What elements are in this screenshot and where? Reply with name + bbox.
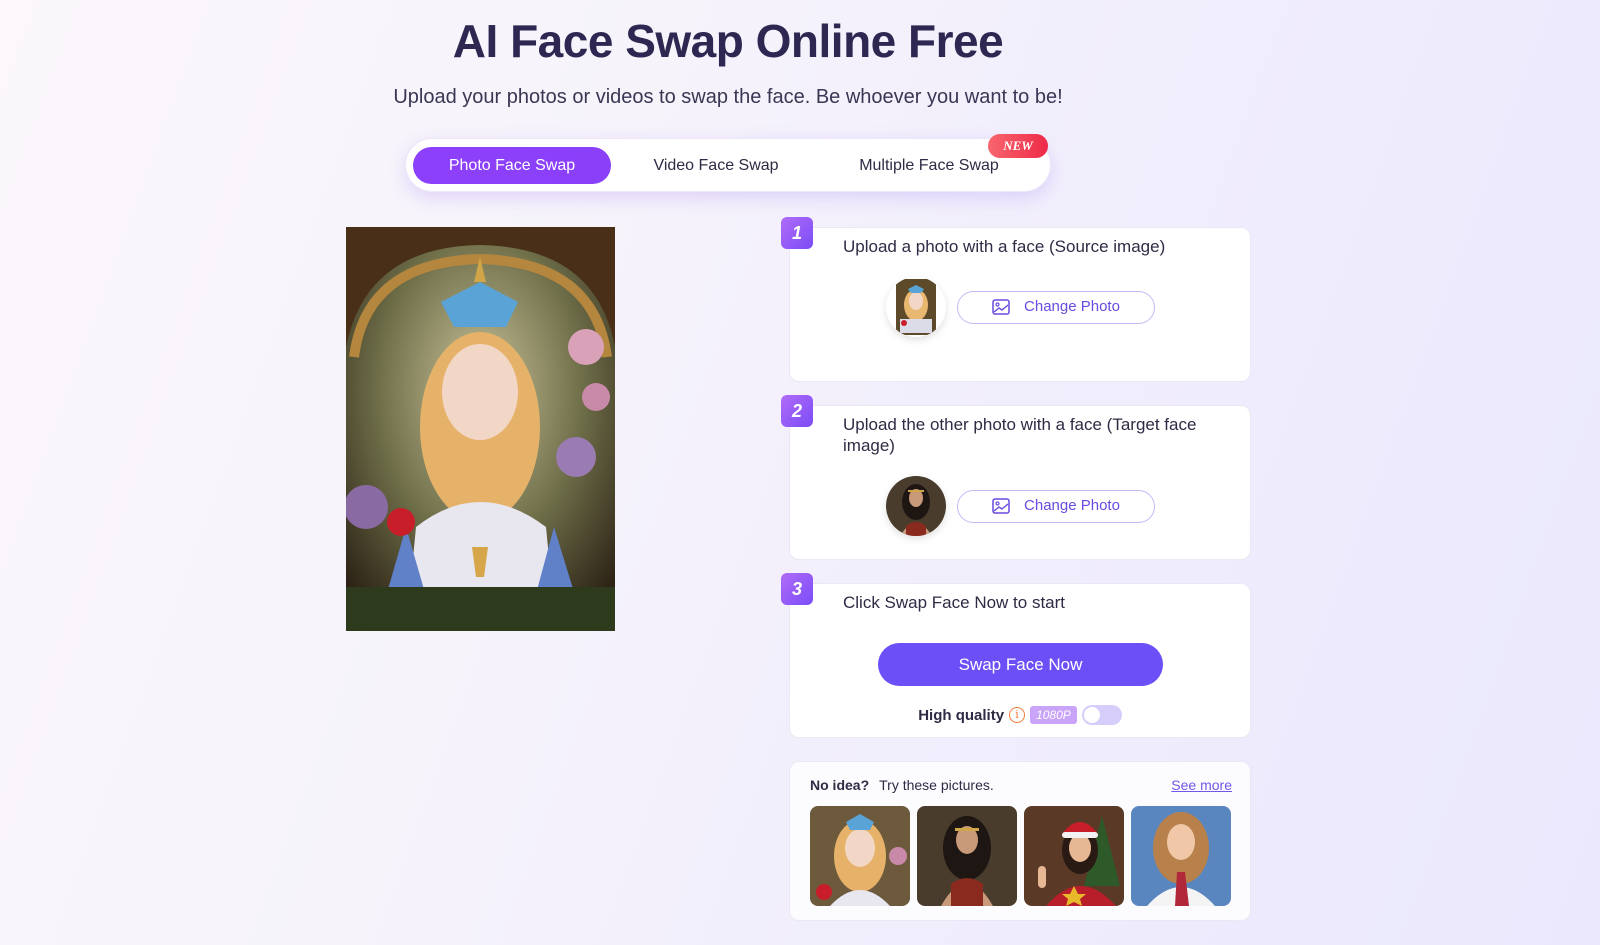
mode-tabs: Photo Face Swap Video Face Swap Multiple… [405,134,1051,192]
page-title: AI Face Swap Online Free [452,15,1004,67]
ideas-heading: No idea? Try these pictures. [810,777,994,793]
source-image-thumbnail[interactable] [886,277,946,337]
image-icon [992,498,1010,514]
sample-fantasy-girl[interactable] [810,806,910,906]
high-quality-row: High quality i 1080P [790,704,1250,726]
change-source-photo-button[interactable]: Change Photo [957,291,1155,324]
sample-warrior-woman[interactable] [917,806,1017,906]
step-number-badge: 1 [781,217,813,249]
sample-pictures-card: No idea? Try these pictures. See more [789,761,1251,921]
step-1-text: Upload a photo with a face (Source image… [843,237,1166,256]
result-preview-image [346,227,615,631]
no-idea-label: No idea? [810,777,870,793]
step-3-text: Click Swap Face Now to start [843,593,1066,612]
tab-photo-face-swap[interactable]: Photo Face Swap [413,147,611,184]
resolution-badge: 1080P [1030,706,1077,724]
step-1-card: 1 Upload a photo with a face (Source ima… [781,217,1251,382]
step-number-badge: 2 [781,395,813,427]
target-image-thumbnail[interactable] [886,476,946,536]
see-more-link[interactable]: See more [1171,777,1232,793]
change-photo-label: Change Photo [1024,497,1120,514]
page-subtitle: Upload your photos or videos to swap the… [393,86,1063,108]
new-badge: NEW [988,134,1048,158]
sample-christmas-woman[interactable] [1024,806,1124,906]
high-quality-label: High quality [918,706,1005,724]
tab-video-face-swap[interactable]: Video Face Swap [624,147,808,184]
swap-face-now-button[interactable]: Swap Face Now [878,643,1163,686]
step-number-badge: 3 [781,573,813,605]
change-photo-label: Change Photo [1024,298,1120,315]
try-pictures-label: Try these pictures. [879,777,994,793]
step-2-card: 2 Upload the other photo with a face (Ta… [781,395,1251,560]
step-2-text: Upload the other photo with a face (Targ… [843,415,1197,455]
change-target-photo-button[interactable]: Change Photo [957,490,1155,523]
info-icon[interactable]: i [1009,707,1026,723]
high-quality-toggle[interactable] [1081,705,1122,725]
sample-schoolgirl-uniform[interactable] [1131,806,1231,906]
step-3-card: 3 Click Swap Face Now to start Swap Face… [781,573,1251,738]
sample-gallery [810,806,1231,906]
image-icon [992,299,1010,315]
